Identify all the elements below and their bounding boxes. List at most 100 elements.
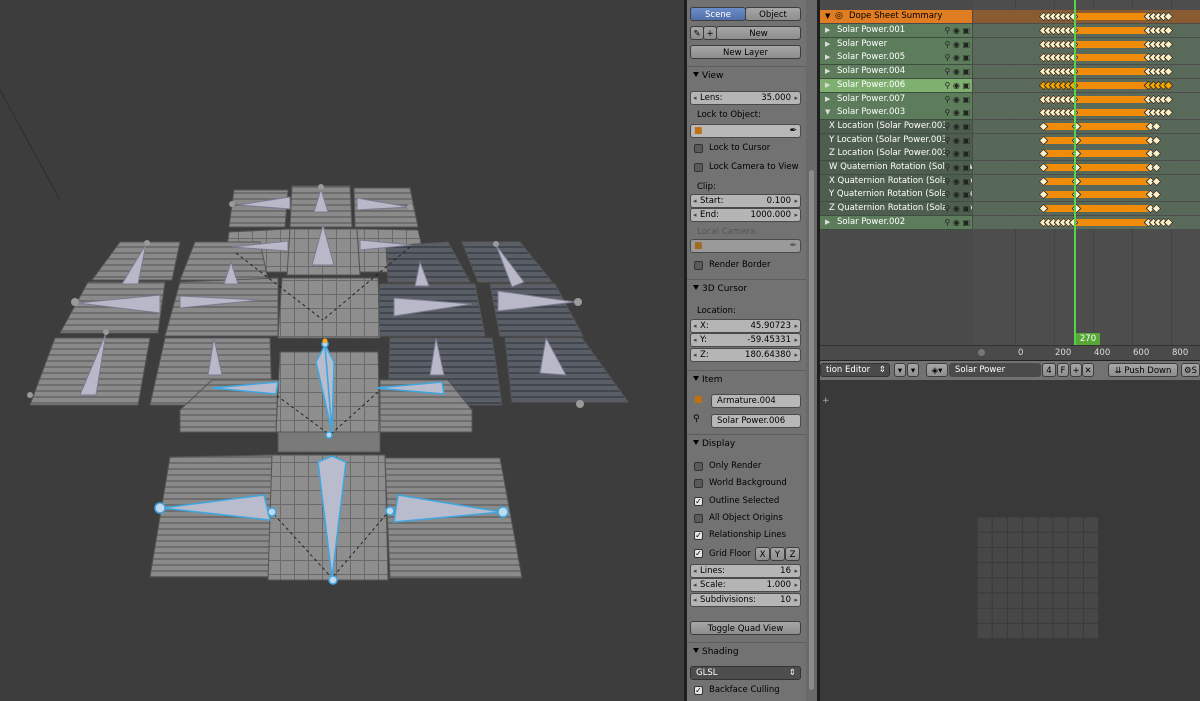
properties-scrollbar[interactable] bbox=[806, 0, 817, 701]
frame-ruler[interactable]: 0 200 400 600 800 bbox=[820, 345, 1200, 360]
toggle-quad-view-button[interactable]: Toggle Quad View bbox=[690, 621, 801, 635]
all-object-origins-checkbox[interactable] bbox=[694, 514, 703, 523]
action-browse-icon[interactable]: ◈▾ bbox=[926, 363, 948, 377]
tab-scene[interactable]: Scene bbox=[690, 7, 746, 21]
group-channel[interactable]: ▶ Solar Power.005 ⚲ ◉ ▣ bbox=[820, 51, 972, 66]
unlink-action-icon[interactable]: ✕ bbox=[1082, 363, 1094, 377]
fcurve-channel[interactable]: X Quaternion Rotation (Solar Power.003)⚲… bbox=[820, 174, 972, 189]
panel-view-header[interactable]: View bbox=[687, 66, 806, 85]
keyframe-row[interactable] bbox=[973, 78, 1200, 92]
fcurve-channel[interactable]: X Location (Solar Power.003) ⚲ ◉ ▣ bbox=[820, 119, 972, 134]
keyframe[interactable] bbox=[1151, 162, 1162, 173]
channel-toggle-icons[interactable]: ⚲ ◉ ▣ bbox=[944, 51, 970, 65]
expand-icon[interactable]: ▶ bbox=[825, 79, 830, 92]
fcurve-channel[interactable]: W Quaternion Rotation (Solar Power.003)⚲… bbox=[820, 161, 972, 175]
grid-lines-field[interactable]: ◂ Lines: 16 ▸ bbox=[690, 564, 801, 578]
group-channel[interactable]: ▶ Solar Power.006 ⚲ ◉ ▣ bbox=[820, 78, 972, 93]
editor-mode-select[interactable]: tion Editor ⇕ bbox=[820, 363, 890, 377]
render-border-checkbox[interactable] bbox=[694, 261, 703, 270]
push-down-button[interactable]: ⇊ Push Down bbox=[1108, 363, 1178, 377]
channel-toggle-icons[interactable]: ⚲ ◉ ▣ bbox=[944, 106, 970, 120]
collapse-icon[interactable]: ▼ bbox=[825, 10, 830, 23]
keyframe-row[interactable] bbox=[973, 161, 1200, 174]
expand-icon[interactable]: ▶ bbox=[825, 216, 830, 229]
panel-display-header[interactable]: Display bbox=[687, 434, 806, 453]
expand-icon[interactable]: ▶ bbox=[825, 38, 830, 51]
keyframe-row[interactable] bbox=[973, 202, 1200, 216]
channel-toggle-icons[interactable]: ⚲ ◉ ▣ bbox=[944, 78, 970, 92]
expand-icon[interactable]: ▶ bbox=[825, 24, 830, 37]
grid-floor-checkbox[interactable]: ✓ bbox=[694, 549, 703, 558]
channel-toggle-icons[interactable]: ⚲ ◉ ▣ bbox=[944, 92, 970, 106]
channel-toggle-icons[interactable]: ⚲ ◉ ▣ bbox=[944, 202, 970, 216]
keyframe-row[interactable] bbox=[973, 119, 1200, 133]
grease-pencil-icon[interactable]: ✎ bbox=[690, 26, 704, 40]
bone-name-field[interactable]: Solar Power.006 bbox=[711, 414, 801, 428]
channel-toggle-icons[interactable]: ⚲ ◉ ▣ bbox=[944, 147, 970, 161]
3d-viewport[interactable] bbox=[0, 0, 684, 701]
backface-culling-checkbox[interactable]: ✓ bbox=[694, 686, 703, 695]
clip-start-field[interactable]: ◂ Start: 0.100 ▸ bbox=[690, 194, 801, 208]
keyframe[interactable] bbox=[1151, 176, 1162, 187]
keyframe-row[interactable] bbox=[973, 37, 1200, 51]
group-channel[interactable]: ▶ Solar Power.007 ⚲ ◉ ▣ bbox=[820, 92, 972, 107]
outline-selected-checkbox[interactable]: ✓ bbox=[694, 497, 703, 506]
axis-z-toggle[interactable]: Z bbox=[785, 547, 800, 561]
keyframe-row[interactable] bbox=[973, 65, 1200, 79]
keyframe[interactable] bbox=[1163, 66, 1174, 77]
lock-to-cursor-checkbox[interactable] bbox=[694, 144, 703, 153]
current-frame-line[interactable] bbox=[1074, 0, 1076, 345]
channel-toggle-icons[interactable]: ⚲ ◉ ▣ bbox=[944, 119, 970, 133]
channel-toggle-icons[interactable]: ⚲ ◉ ▣ bbox=[944, 174, 970, 188]
keyframe[interactable] bbox=[1163, 11, 1174, 22]
expand-icon[interactable]: ▶ bbox=[825, 65, 830, 78]
cursor-y-field[interactable]: ◂ Y: -59.45331 ▸ bbox=[690, 333, 801, 347]
keyframe[interactable] bbox=[1151, 189, 1162, 200]
relationship-lines-checkbox[interactable]: ✓ bbox=[694, 531, 703, 540]
lock-camera-checkbox[interactable] bbox=[694, 163, 703, 172]
keyframe-row[interactable] bbox=[973, 92, 1200, 106]
object-name-field[interactable]: Armature.004 bbox=[711, 394, 801, 408]
channel-toggle-icons[interactable]: ⚲ ◉ ▣ bbox=[944, 37, 970, 51]
fake-user-toggle[interactable]: F bbox=[1057, 363, 1069, 377]
keyframe-row[interactable] bbox=[973, 133, 1200, 147]
keyframe-row[interactable] bbox=[973, 215, 1200, 229]
cursor-z-field[interactable]: ◂ Z: 180.64380 ▸ bbox=[690, 348, 801, 362]
group-channel[interactable]: ▶ Solar Power.001 ⚲ ◉ ▣ bbox=[820, 24, 972, 38]
keyframe-row[interactable] bbox=[973, 51, 1200, 65]
keyframe[interactable] bbox=[1151, 203, 1162, 214]
world-background-checkbox[interactable] bbox=[694, 479, 703, 488]
axis-y-toggle[interactable]: Y bbox=[770, 547, 785, 561]
add-region-icon[interactable]: + bbox=[822, 396, 830, 406]
cursor-x-field[interactable]: ◂ X: 45.90723 ▸ bbox=[690, 319, 801, 333]
dope-sheet[interactable]: ▼ ◎ Dope Sheet Summary ▶ Solar Power.001 ⚲… bbox=[820, 0, 1200, 360]
lower-editor-area[interactable]: + bbox=[820, 380, 1200, 701]
dope-sheet-summary-row[interactable]: ▼ ◎ Dope Sheet Summary bbox=[820, 10, 972, 23]
keyframe-row[interactable] bbox=[973, 24, 1200, 37]
only-render-checkbox[interactable] bbox=[694, 462, 703, 471]
grid-subdivisions-field[interactable]: ◂ Subdivisions: 10 ▸ bbox=[690, 593, 801, 607]
scrollbar-thumb[interactable] bbox=[809, 170, 814, 690]
axis-x-toggle[interactable]: X bbox=[755, 547, 770, 561]
shading-mode-select[interactable]: GLSL ⇕ bbox=[690, 666, 801, 680]
action-name-field[interactable]: Solar Power bbox=[949, 363, 1041, 377]
channel-toggle-icons[interactable]: ⚲ ◉ ▣ bbox=[944, 188, 970, 202]
tab-object[interactable]: Object bbox=[745, 7, 801, 21]
channel-toggle-icons[interactable]: ⚲ ◉ ▣ bbox=[944, 161, 970, 174]
clip-end-field[interactable]: ◂ End: 1000.000 ▸ bbox=[690, 208, 801, 222]
new-action-icon[interactable]: + bbox=[1070, 363, 1082, 377]
group-channel[interactable]: ▶ Solar Power ⚲ ◉ ▣ bbox=[820, 37, 972, 52]
fcurve-channel[interactable]: Z Quaternion Rotation (Solar Power.003)⚲… bbox=[820, 202, 972, 217]
eyedropper-icon[interactable]: ✒ bbox=[789, 125, 797, 137]
nav-up-icon[interactable]: ▾ bbox=[894, 363, 906, 377]
nav-down-icon[interactable]: ▾ bbox=[907, 363, 919, 377]
stash-button[interactable]: ⚙S bbox=[1181, 363, 1200, 377]
expand-icon[interactable]: ▶ bbox=[825, 93, 830, 106]
keyframe[interactable] bbox=[1151, 135, 1162, 146]
channel-toggle-icons[interactable]: ⚲ ◉ ▣ bbox=[944, 133, 970, 147]
panel-shading-header[interactable]: Shading bbox=[687, 642, 806, 661]
action-users-count[interactable]: 4 bbox=[1042, 363, 1056, 377]
keyframe-row[interactable] bbox=[973, 147, 1200, 161]
collapse-icon[interactable]: ▼ bbox=[825, 106, 830, 119]
fcurve-channel[interactable]: Y Quaternion Rotation (Solar Power.003)⚲… bbox=[820, 188, 972, 203]
